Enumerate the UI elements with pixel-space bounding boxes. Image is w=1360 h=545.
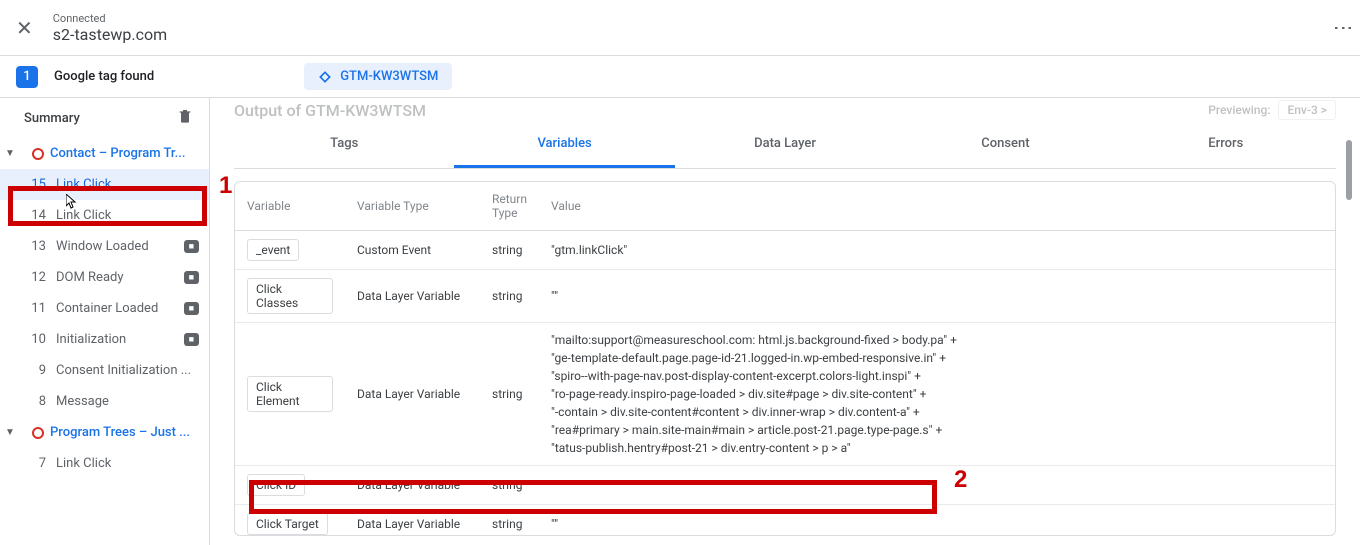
output-tabs: Tags Variables Data Layer Consent Errors — [234, 122, 1336, 169]
sidebar-event-15[interactable]: 15 Link Click — [0, 169, 209, 200]
status-circle-icon — [32, 427, 44, 439]
event-detail-icon: ■ — [184, 271, 199, 284]
th-variable-type: Variable Type — [345, 182, 480, 231]
th-return-type: Return Type — [480, 182, 539, 231]
delete-icon[interactable] — [177, 108, 193, 128]
event-label: Message — [56, 394, 109, 409]
event-detail-icon: ■ — [184, 302, 199, 315]
tab-data-layer[interactable]: Data Layer — [675, 122, 895, 168]
tab-variables[interactable]: Variables — [454, 122, 674, 168]
connection-status: Connected s2-tastewp.com — [53, 12, 167, 44]
sidebar-event-10[interactable]: 10 Initialization ■ — [0, 324, 209, 355]
variable-type: Data Layer Variable — [345, 466, 480, 505]
output-title: Output of GTM-KW3WTSM — [234, 101, 426, 120]
event-label: DOM Ready — [56, 270, 124, 285]
container-chip[interactable]: GTM-KW3WTSM — [304, 63, 452, 90]
event-label: Link Click — [56, 177, 111, 192]
event-label: Container Loaded — [56, 301, 158, 316]
sidebar-event-11[interactable]: 11 Container Loaded ■ — [0, 293, 209, 324]
variable-type: Data Layer Variable — [345, 323, 480, 466]
sidebar-event-7[interactable]: 7 Link Click — [0, 448, 209, 479]
return-type: string — [480, 270, 539, 323]
env-chip[interactable]: Env-3 > — [1278, 100, 1336, 120]
sidebar: Summary ▼ Contact – Program Tr... 15 Lin… — [0, 98, 210, 545]
variable-value: "" — [539, 505, 1335, 537]
variable-name-chip[interactable]: Click ID — [247, 474, 305, 496]
event-label: Link Click — [56, 456, 111, 471]
variable-type: Data Layer Variable — [345, 505, 480, 537]
th-value: Value — [539, 182, 1335, 231]
variable-type: Data Layer Variable — [345, 270, 480, 323]
tag-found-text: Google tag found — [54, 69, 154, 84]
group-label: Program Trees – Just ... — [50, 425, 197, 440]
event-label: Link Click — [56, 208, 111, 223]
table-row[interactable]: Click Element Data Layer Variablestring"m… — [235, 323, 1335, 466]
scrollbar-thumb[interactable] — [1346, 140, 1352, 200]
variable-name-chip[interactable]: Click Classes — [247, 278, 333, 314]
sidebar-event-14[interactable]: 14 Link Click — [0, 200, 209, 231]
sidebar-event-13[interactable]: 13 Window Loaded ■ — [0, 231, 209, 262]
return-type: string — [480, 466, 539, 505]
sidebar-event-12[interactable]: 12 DOM Ready ■ — [0, 262, 209, 293]
variable-value: "gtm.linkClick" — [539, 231, 1335, 270]
tab-tags[interactable]: Tags — [234, 122, 454, 168]
variable-value: "" — [539, 270, 1335, 323]
table-row[interactable]: _event Custom Eventstring"gtm.linkClick" — [235, 231, 1335, 270]
variable-name-chip[interactable]: Click Target — [247, 513, 328, 535]
variable-name-chip[interactable]: Click Element — [247, 376, 333, 412]
close-icon[interactable]: ✕ — [16, 16, 33, 40]
variable-value: "" — [539, 466, 1335, 505]
variable-type: Custom Event — [345, 231, 480, 270]
domain-text: s2-tastewp.com — [53, 25, 167, 44]
gtm-icon — [318, 70, 332, 84]
chevron-down-icon: ▼ — [4, 427, 16, 438]
sidebar-event-8[interactable]: 8 Message — [0, 386, 209, 417]
table-row[interactable]: Click Target Data Layer Variablestring"" — [235, 505, 1335, 537]
sidebar-event-9[interactable]: 9 Consent Initialization ... — [0, 355, 209, 386]
connected-label: Connected — [53, 12, 167, 25]
event-label: Initialization — [56, 332, 126, 347]
return-type: string — [480, 505, 539, 537]
event-detail-icon: ■ — [184, 240, 199, 253]
variables-table: Variable Variable Type Return Type Value… — [235, 182, 1335, 536]
return-type: string — [480, 231, 539, 270]
summary-label[interactable]: Summary — [24, 111, 80, 126]
tab-errors[interactable]: Errors — [1116, 122, 1336, 168]
table-row[interactable]: Click Classes Data Layer Variablestring"" — [235, 270, 1335, 323]
tag-count-badge: 1 — [16, 66, 38, 88]
chevron-down-icon: ▼ — [4, 148, 16, 159]
preview-label: Previewing: — [1208, 103, 1270, 117]
table-row[interactable]: Click ID Data Layer Variablestring"" — [235, 466, 1335, 505]
tab-consent[interactable]: Consent — [895, 122, 1115, 168]
variable-name-chip[interactable]: _event — [247, 239, 299, 261]
status-circle-icon — [32, 148, 44, 160]
sidebar-group-program-trees[interactable]: ▼ Program Trees – Just ... — [0, 417, 209, 448]
sidebar-group-contact[interactable]: ▼ Contact – Program Tr... — [0, 138, 209, 169]
event-detail-icon: ■ — [184, 333, 199, 346]
th-variable: Variable — [235, 182, 345, 231]
return-type: string — [480, 323, 539, 466]
group-label: Contact – Program Tr... — [50, 146, 197, 161]
variable-value: "mailto:support@measureschool.com: html.… — [539, 323, 1335, 466]
event-label: Consent Initialization ... — [56, 363, 191, 378]
cursor-icon — [66, 194, 78, 213]
container-id: GTM-KW3WTSM — [340, 69, 438, 84]
event-label: Window Loaded — [56, 239, 149, 254]
